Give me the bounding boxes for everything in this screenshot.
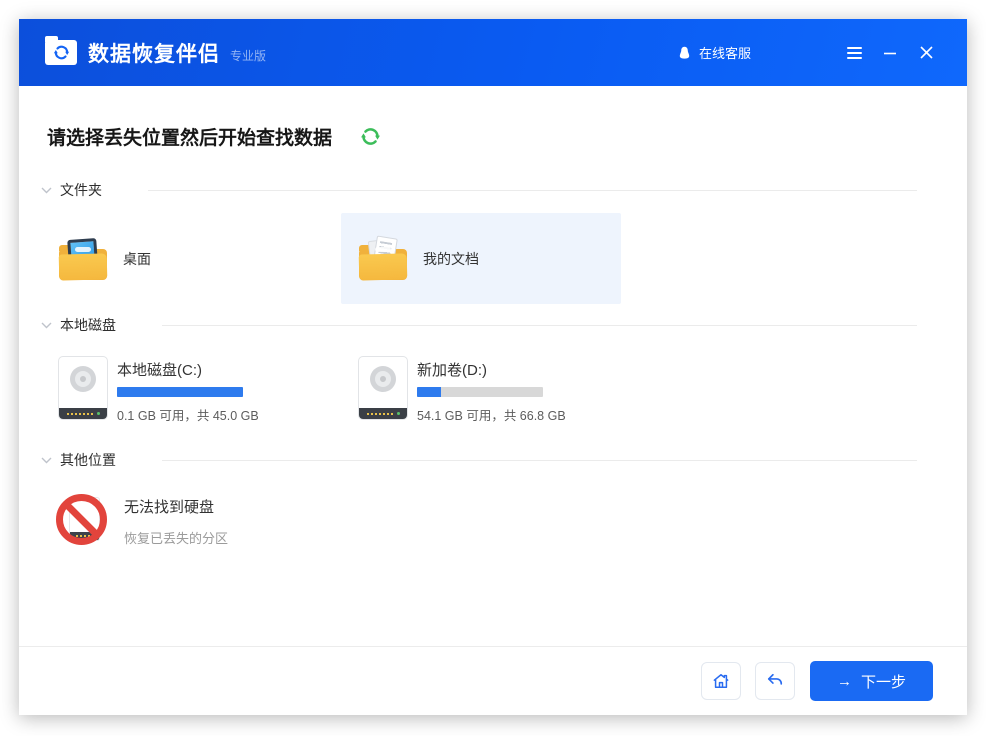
close-button[interactable]: [911, 38, 941, 68]
main-content: 请选择丢失位置然后开始查找数据 文件夹: [19, 86, 967, 549]
menu-button[interactable]: [839, 38, 869, 68]
qq-penguin-icon: [677, 45, 692, 61]
back-button[interactable]: [755, 662, 795, 700]
footer-bar: → 下一步: [19, 646, 967, 715]
lost-partition-title: 无法找到硬盘: [124, 496, 228, 517]
section-divider: [162, 460, 917, 461]
lost-partition-item[interactable]: 无法找到硬盘 恢复已丢失的分区: [41, 491, 228, 549]
section-divider: [162, 325, 917, 326]
minimize-icon: [883, 46, 897, 60]
refresh-button[interactable]: [360, 126, 381, 147]
next-step-label: 下一步: [861, 671, 906, 692]
next-step-button[interactable]: → 下一步: [810, 661, 933, 701]
titlebar-controls: 在线客服: [677, 38, 941, 68]
desktop-folder-icon: [59, 238, 109, 280]
hard-drive-icon: [58, 356, 108, 420]
folder-item-documents[interactable]: 我的文档: [341, 213, 621, 304]
edition-badge: 专业版: [230, 47, 266, 64]
online-support-button[interactable]: 在线客服: [677, 43, 751, 62]
chevron-down-icon: [41, 457, 52, 464]
sync-icon: [53, 44, 70, 61]
folder-list: 桌面 我的文档: [41, 213, 917, 304]
section-label-other: 其他位置: [60, 450, 116, 470]
home-button[interactable]: [701, 662, 741, 700]
arrow-right-icon: →: [837, 673, 852, 690]
disk-usage-bar: [417, 387, 543, 397]
disk-usage-text: 54.1 GB 可用，共 66.8 GB: [417, 405, 566, 424]
disk-usage-text: 0.1 GB 可用，共 45.0 GB: [117, 405, 259, 424]
disk-name: 新加卷(D:): [417, 359, 566, 380]
app-window: 数据恢复伴侣 专业版 在线客服: [19, 19, 967, 715]
section-divider: [148, 190, 917, 191]
other-location-list: 无法找到硬盘 恢复已丢失的分区: [41, 491, 917, 549]
page-title: 请选择丢失位置然后开始查找数据: [47, 123, 332, 150]
titlebar: 数据恢复伴侣 专业版 在线客服: [19, 19, 967, 86]
folder-item-desktop[interactable]: 桌面: [41, 213, 321, 304]
section-header-folders[interactable]: 文件夹: [41, 180, 917, 200]
section-label-disks: 本地磁盘: [60, 315, 116, 335]
folder-item-label: 我的文档: [423, 249, 479, 269]
folder-item-label: 桌面: [123, 249, 151, 269]
section-header-other[interactable]: 其他位置: [41, 450, 917, 470]
lost-partition-subtitle: 恢复已丢失的分区: [124, 528, 228, 547]
undo-icon: [765, 671, 785, 691]
minimize-button[interactable]: [875, 38, 905, 68]
hard-drive-icon: [358, 356, 408, 420]
disk-item-c[interactable]: 本地磁盘(C:) 0.1 GB 可用，共 45.0 GB: [41, 356, 321, 436]
online-support-label: 在线客服: [699, 43, 751, 62]
app-title: 数据恢复伴侣: [88, 38, 220, 68]
disk-name: 本地磁盘(C:): [117, 359, 259, 380]
app-logo: [45, 40, 77, 65]
no-drive-found-icon: [56, 491, 110, 549]
home-icon: [711, 671, 731, 691]
hamburger-icon: [847, 47, 862, 59]
section-label-folders: 文件夹: [60, 180, 102, 200]
documents-folder-icon: [359, 238, 409, 280]
disk-item-d[interactable]: 新加卷(D:) 54.1 GB 可用，共 66.8 GB: [341, 356, 621, 436]
chevron-down-icon: [41, 187, 52, 194]
disk-usage-bar: [117, 387, 243, 397]
close-icon: [920, 46, 933, 59]
disk-list: 本地磁盘(C:) 0.1 GB 可用，共 45.0 GB 新加卷(D:) 54.…: [41, 356, 917, 436]
section-header-disks[interactable]: 本地磁盘: [41, 315, 917, 335]
chevron-down-icon: [41, 322, 52, 329]
